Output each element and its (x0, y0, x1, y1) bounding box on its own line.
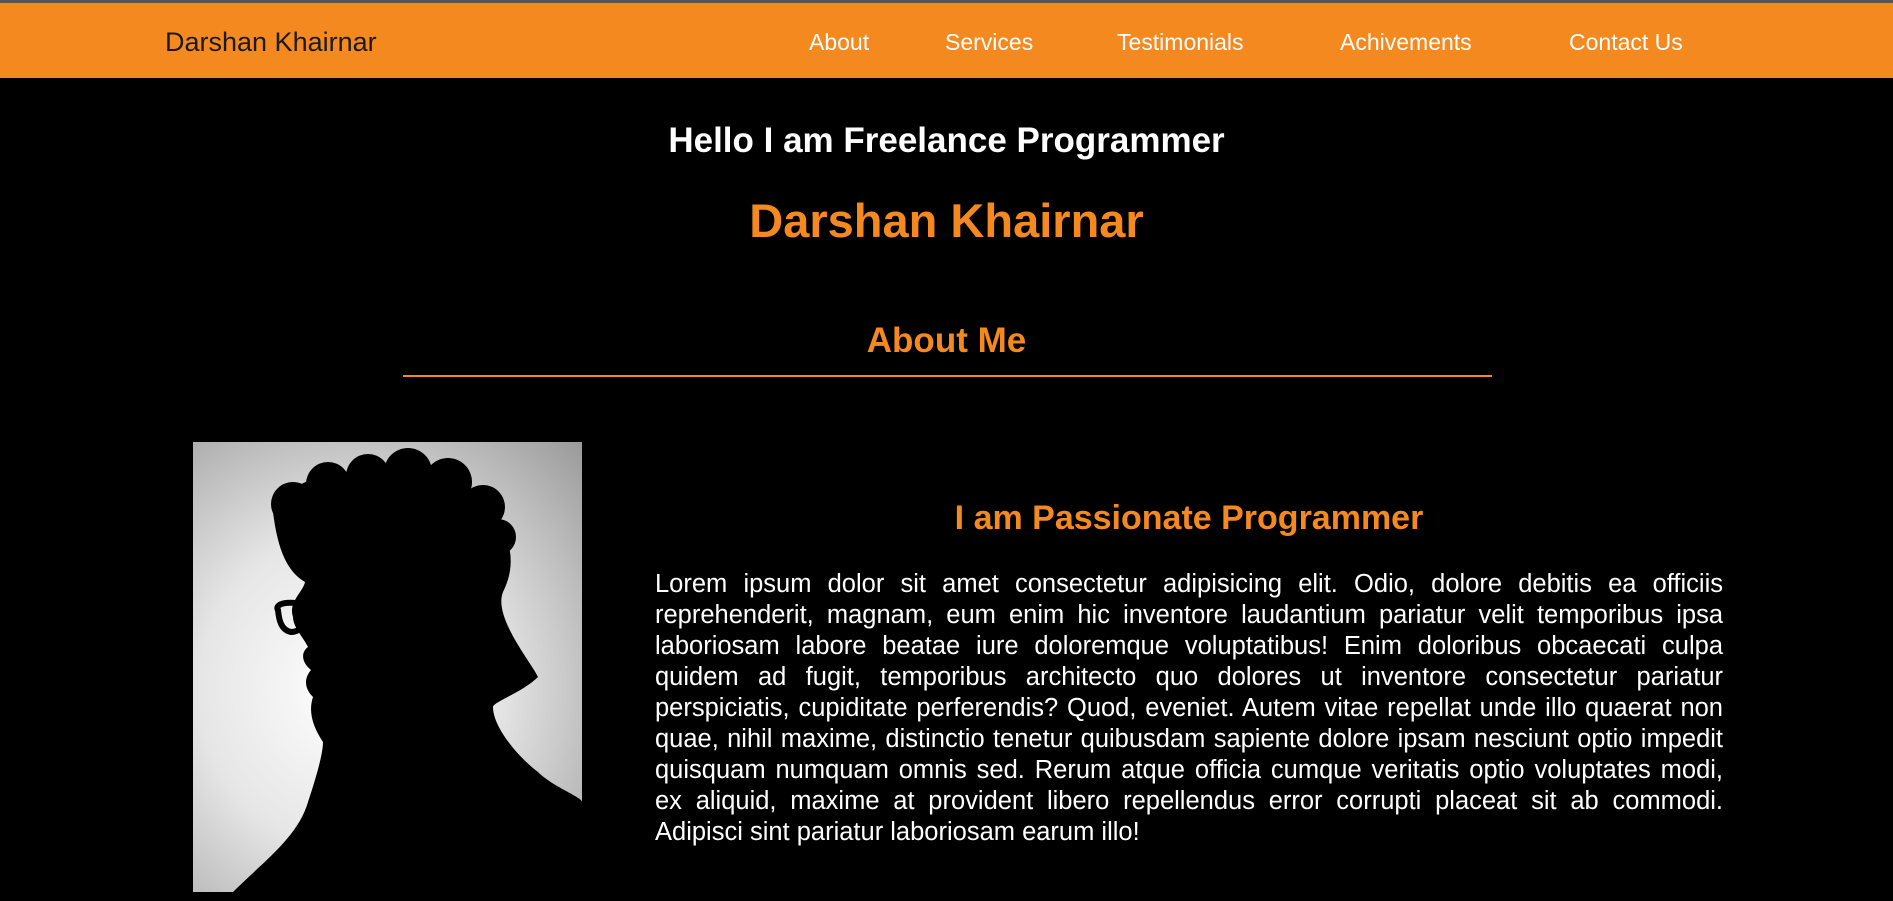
nav-link-achivements[interactable]: Achivements (1340, 29, 1472, 56)
brand-logo[interactable]: Darshan Khairnar (165, 27, 377, 58)
nav-link-testimonials[interactable]: Testimonials (1117, 29, 1244, 56)
about-section-title: About Me (866, 321, 1027, 360)
about-heading: I am Passionate Programmer (954, 499, 1424, 537)
nav-link-services[interactable]: Services (945, 29, 1033, 56)
nav-link-about[interactable]: About (809, 29, 869, 56)
nav-link-contact-us[interactable]: Contact Us (1569, 29, 1683, 56)
hero-name: Darshan Khairnar (749, 194, 1144, 247)
about-body-text: Lorem ipsum dolor sit amet consectetur a… (655, 570, 1723, 846)
navbar: Darshan Khairnar About Services Testimon… (0, 0, 1893, 78)
profile-photo (193, 442, 582, 892)
hero-greeting: Hello I am Freelance Programmer (668, 121, 1225, 160)
section-divider (403, 375, 1492, 377)
